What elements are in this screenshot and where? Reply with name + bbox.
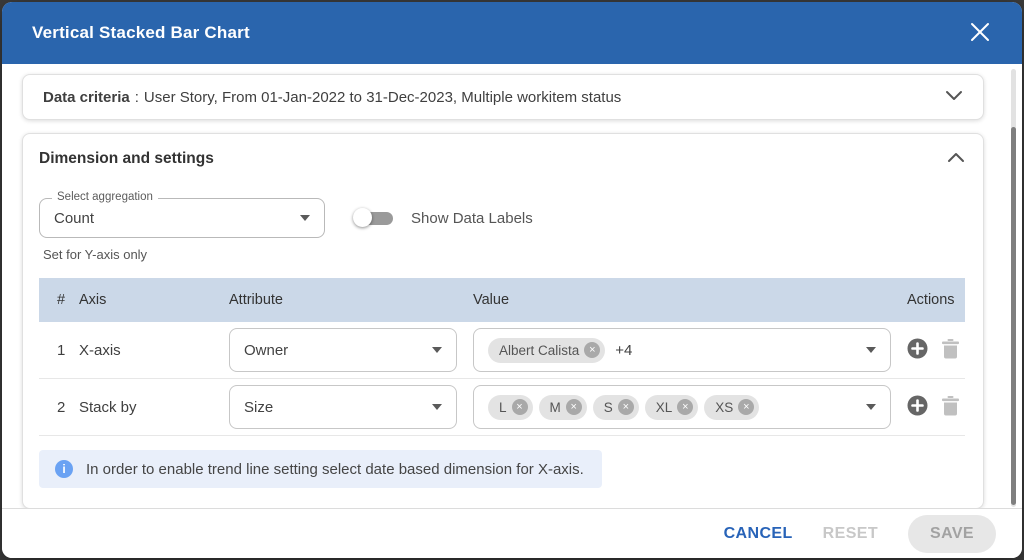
dialog-title: Vertical Stacked Bar Chart — [32, 23, 964, 43]
attribute-select-value: Owner — [244, 342, 432, 359]
add-row-button[interactable] — [907, 395, 928, 419]
chip-label: L — [499, 400, 507, 415]
row-number: 1 — [57, 342, 79, 359]
aggregation-select-value: Count — [54, 210, 300, 227]
chart-settings-dialog: Vertical Stacked Bar Chart Data criteria… — [2, 2, 1022, 558]
attribute-select-xaxis[interactable]: Owner — [229, 328, 457, 372]
row-axis-label: X-axis — [79, 342, 229, 359]
chip-overflow-count: +4 — [615, 342, 632, 359]
show-data-labels-label: Show Data Labels — [411, 210, 533, 227]
dropdown-caret-icon — [866, 404, 876, 410]
col-header-actions: Actions — [907, 292, 955, 308]
data-criteria-panel[interactable]: Data criteria : User Story, From 01-Jan-… — [22, 74, 984, 120]
table-row: 1 X-axis Owner Albert Calista × — [39, 322, 965, 379]
dropdown-caret-icon — [866, 347, 876, 353]
trash-icon — [942, 339, 959, 362]
dimension-settings-panel: Dimension and settings Select aggregatio… — [22, 133, 984, 509]
add-circle-icon — [907, 395, 928, 419]
attribute-select-stackby[interactable]: Size — [229, 385, 457, 429]
remove-chip-icon[interactable]: × — [512, 399, 528, 415]
dimension-settings-title: Dimension and settings — [39, 150, 935, 168]
close-button[interactable] — [964, 17, 996, 49]
info-message: In order to enable trend line setting se… — [86, 461, 584, 478]
value-chip: Albert Calista × — [488, 338, 605, 363]
chip-label: XL — [656, 400, 673, 415]
reset-button[interactable]: RESET — [823, 525, 878, 543]
chevron-down-icon[interactable] — [945, 89, 963, 106]
aggregation-select-label: Select aggregation — [52, 191, 158, 203]
dropdown-caret-icon — [432, 404, 442, 410]
remove-chip-icon[interactable]: × — [566, 399, 582, 415]
delete-row-button[interactable] — [942, 339, 959, 362]
aggregation-helper-text: Set for Y-axis only — [43, 247, 965, 262]
data-criteria-summary: User Story, From 01-Jan-2022 to 31-Dec-2… — [144, 89, 933, 106]
col-header-num: # — [57, 292, 79, 308]
trend-line-info-banner: i In order to enable trend line setting … — [39, 450, 602, 488]
value-chip: XS × — [704, 395, 759, 420]
remove-chip-icon[interactable]: × — [618, 399, 634, 415]
dropdown-caret-icon — [432, 347, 442, 353]
scrollbar-track[interactable] — [1011, 69, 1016, 507]
remove-chip-icon[interactable]: × — [738, 399, 754, 415]
table-header-row: # Axis Attribute Value Actions — [39, 278, 965, 322]
toggle-knob — [353, 208, 372, 227]
add-row-button[interactable] — [907, 338, 928, 362]
row-number: 2 — [57, 399, 79, 416]
row-axis-label: Stack by — [79, 399, 229, 416]
col-header-attribute: Attribute — [229, 292, 473, 308]
remove-chip-icon[interactable]: × — [584, 342, 600, 358]
attribute-select-value: Size — [244, 399, 432, 416]
aggregation-select[interactable]: Select aggregation Count — [39, 198, 325, 238]
chip-label: S — [604, 400, 613, 415]
dialog-header: Vertical Stacked Bar Chart — [2, 2, 1022, 64]
value-chip: S × — [593, 395, 639, 420]
save-button[interactable]: SAVE — [908, 515, 996, 553]
chip-label: XS — [715, 400, 733, 415]
chip-label: M — [550, 400, 561, 415]
value-chip: L × — [488, 395, 533, 420]
col-header-axis: Axis — [79, 292, 229, 308]
value-multiselect-stackby[interactable]: L × M × S × XL — [473, 385, 891, 429]
chip-label: Albert Calista — [499, 343, 579, 358]
show-data-labels-toggle[interactable] — [353, 208, 397, 228]
cancel-button[interactable]: CANCEL — [724, 525, 793, 543]
col-header-value: Value — [473, 292, 907, 308]
value-multiselect-xaxis[interactable]: Albert Calista × +4 — [473, 328, 891, 372]
close-icon — [968, 20, 992, 47]
data-criteria-label: Data criteria — [43, 89, 130, 106]
dropdown-caret-icon — [300, 215, 310, 221]
info-icon: i — [55, 460, 73, 478]
dimension-table: # Axis Attribute Value Actions 1 X-axis … — [39, 278, 965, 436]
scrollbar-thumb[interactable] — [1011, 127, 1016, 505]
chevron-up-icon[interactable] — [947, 150, 965, 168]
value-chip: M × — [539, 395, 587, 420]
value-chip: XL × — [645, 395, 699, 420]
remove-chip-icon[interactable]: × — [677, 399, 693, 415]
data-criteria-separator: : — [135, 89, 139, 106]
dialog-footer: CANCEL RESET SAVE — [2, 508, 1022, 558]
dialog-body: Data criteria : User Story, From 01-Jan-… — [2, 64, 1022, 509]
add-circle-icon — [907, 338, 928, 362]
table-row: 2 Stack by Size L × — [39, 379, 965, 436]
trash-icon — [942, 396, 959, 419]
delete-row-button[interactable] — [942, 396, 959, 419]
